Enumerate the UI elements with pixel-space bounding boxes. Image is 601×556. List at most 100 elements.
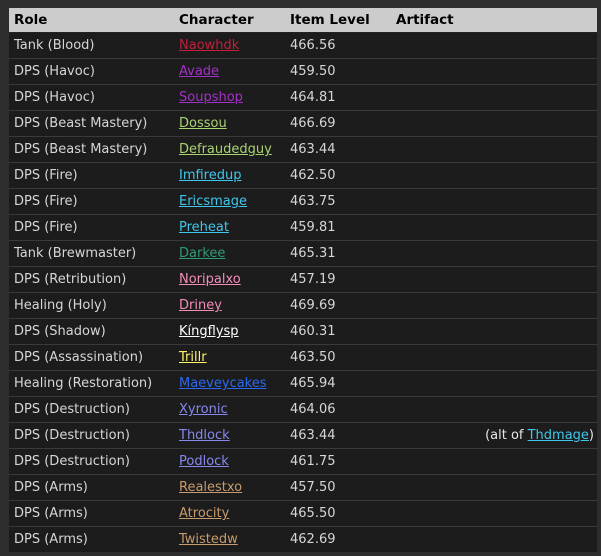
role-cell: DPS (Arms) <box>9 500 177 527</box>
character-cell: Maeveycakes <box>177 370 288 397</box>
table-row: DPS (Fire) Preheat 459.81 <box>9 214 597 241</box>
role-cell: DPS (Retribution) <box>9 266 177 293</box>
character-cell: Xyronic <box>177 396 288 423</box>
table-row: DPS (Fire) Imfiredup 462.50 <box>9 162 597 189</box>
character-cell: Atrocity <box>177 500 288 527</box>
character-cell: Driney <box>177 292 288 319</box>
character-link[interactable]: Imfiredup <box>179 168 242 183</box>
column-header-item-level: Item Level <box>288 8 394 33</box>
character-link[interactable]: Realestxo <box>179 480 242 495</box>
artifact-cell <box>394 110 597 137</box>
item-level-cell: 464.81 <box>288 84 394 111</box>
character-cell: Naowhdk <box>177 32 288 59</box>
item-level-cell: 469.69 <box>288 292 394 319</box>
table-row: DPS (Beast Mastery) Defraudedguy 463.44 <box>9 136 597 163</box>
table-row: DPS (Retribution) Noripalxo 457.19 <box>9 266 597 293</box>
item-level-cell: 462.69 <box>288 526 394 552</box>
artifact-cell <box>394 32 597 59</box>
item-level-cell: 460.31 <box>288 318 394 345</box>
character-link[interactable]: Dossou <box>179 116 227 131</box>
character-link[interactable]: Defraudedguy <box>179 142 272 157</box>
table-row: DPS (Assassination) Trillr 463.50 <box>9 344 597 371</box>
item-level-cell: 465.50 <box>288 500 394 527</box>
item-level-cell: 463.44 <box>288 422 394 449</box>
character-link[interactable]: Noripalxo <box>179 272 241 287</box>
character-link[interactable]: Darkee <box>179 246 225 261</box>
character-link[interactable]: Twistedw <box>179 532 238 547</box>
table-row: DPS (Arms) Realestxo 457.50 <box>9 474 597 501</box>
character-cell: Twistedw <box>177 526 288 552</box>
role-cell: DPS (Assassination) <box>9 344 177 371</box>
table-row: DPS (Fire) Ericsmage 463.75 <box>9 188 597 215</box>
item-level-cell: 465.31 <box>288 240 394 267</box>
item-level-cell: 459.50 <box>288 58 394 85</box>
character-link[interactable]: Ericsmage <box>179 194 247 209</box>
table-row: Healing (Holy) Driney 469.69 <box>9 292 597 319</box>
character-link[interactable]: Driney <box>179 298 222 313</box>
character-cell: Realestxo <box>177 474 288 501</box>
item-level-cell: 466.56 <box>288 32 394 59</box>
page-background: Role Character Item Level Artifact Tank … <box>0 0 601 556</box>
table-row: DPS (Havoc) Avade 459.50 <box>9 58 597 85</box>
role-cell: Healing (Holy) <box>9 292 177 319</box>
character-link[interactable]: Preheat <box>179 220 229 235</box>
artifact-cell <box>394 136 597 163</box>
artifact-cell <box>394 292 597 319</box>
artifact-cell <box>394 370 597 397</box>
character-cell: Trillr <box>177 344 288 371</box>
role-cell: DPS (Destruction) <box>9 396 177 423</box>
role-cell: DPS (Beast Mastery) <box>9 110 177 137</box>
role-cell: Tank (Blood) <box>9 32 177 59</box>
character-link[interactable]: Xyronic <box>179 402 228 417</box>
role-cell: DPS (Fire) <box>9 162 177 189</box>
character-link[interactable]: Trillr <box>179 350 207 365</box>
role-cell: DPS (Beast Mastery) <box>9 136 177 163</box>
item-level-cell: 463.44 <box>288 136 394 163</box>
artifact-cell <box>394 500 597 527</box>
character-link[interactable]: Atrocity <box>179 506 229 521</box>
character-link[interactable]: Soupshop <box>179 90 243 105</box>
table-row: DPS (Arms) Twistedw 462.69 <box>9 526 597 552</box>
artifact-cell <box>394 448 597 475</box>
character-cell: Podlock <box>177 448 288 475</box>
artifact-note-link[interactable]: Thdmage <box>528 428 589 443</box>
item-level-cell: 457.50 <box>288 474 394 501</box>
artifact-note-suffix: ) <box>588 428 594 443</box>
table-row: Healing (Restoration) Maeveycakes 465.94 <box>9 370 597 397</box>
artifact-cell <box>394 84 597 111</box>
character-link[interactable]: Maeveycakes <box>179 376 267 391</box>
table-row: Tank (Brewmaster) Darkee 465.31 <box>9 240 597 267</box>
role-cell: DPS (Arms) <box>9 474 177 501</box>
role-cell: DPS (Havoc) <box>9 58 177 85</box>
role-cell: DPS (Havoc) <box>9 84 177 111</box>
artifact-cell: (alt of Thdmage) <box>394 422 597 449</box>
artifact-cell <box>394 526 597 552</box>
roster-table: Role Character Item Level Artifact Tank … <box>9 8 597 552</box>
item-level-cell: 465.94 <box>288 370 394 397</box>
character-cell: Kíngflysp <box>177 318 288 345</box>
role-cell: Tank (Brewmaster) <box>9 240 177 267</box>
item-level-cell: 464.06 <box>288 396 394 423</box>
artifact-cell <box>394 162 597 189</box>
item-level-cell: 457.19 <box>288 266 394 293</box>
character-link[interactable]: Kíngflysp <box>179 324 239 339</box>
table-row: DPS (Destruction) Thdlock 463.44 (alt of Th… <box>9 422 597 449</box>
artifact-cell <box>394 58 597 85</box>
character-link[interactable]: Podlock <box>179 454 229 469</box>
artifact-cell <box>394 396 597 423</box>
artifact-cell <box>394 188 597 215</box>
character-cell: Imfiredup <box>177 162 288 189</box>
column-header-character: Character <box>177 8 288 33</box>
column-header-artifact: Artifact <box>394 8 597 33</box>
column-header-role: Role <box>9 8 177 33</box>
character-link[interactable]: Avade <box>179 64 219 79</box>
table-row: Tank (Blood) Naowhdk 466.56 <box>9 32 597 59</box>
role-cell: Healing (Restoration) <box>9 370 177 397</box>
table-body: Tank (Blood) Naowhdk 466.56 DPS (Havoc) Avad… <box>9 32 597 552</box>
item-level-cell: 463.50 <box>288 344 394 371</box>
table-row: DPS (Arms) Atrocity 465.50 <box>9 500 597 527</box>
character-link[interactable]: Naowhdk <box>179 38 239 53</box>
table-header-row: Role Character Item Level Artifact <box>9 8 597 33</box>
character-link[interactable]: Thdlock <box>179 428 230 443</box>
character-cell: Darkee <box>177 240 288 267</box>
